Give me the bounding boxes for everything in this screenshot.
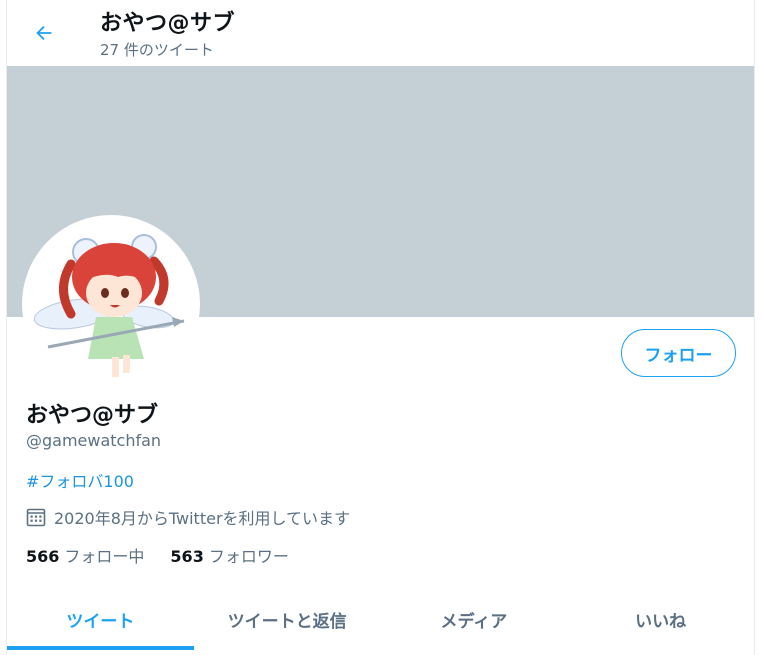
joined-text: 2020年8月からTwitterを利用しています: [54, 509, 351, 528]
following-link[interactable]: 566 フォロー中: [26, 543, 144, 567]
tab-tweets-and-replies[interactable]: ツイートと返信: [194, 584, 381, 655]
calendar-icon: [26, 508, 46, 527]
tab-media[interactable]: メディア: [381, 584, 568, 655]
tab-tweets[interactable]: ツイート: [7, 584, 194, 655]
avatar[interactable]: [22, 215, 200, 393]
user-handle: @gamewatchfan: [26, 431, 162, 450]
fairy-character-avatar: [33, 234, 185, 377]
follow-stats: 566 フォロー中 563 フォロワー: [26, 543, 315, 567]
followers-count: 563: [170, 547, 204, 566]
following-label: フォロー中: [64, 547, 145, 566]
following-count: 566: [26, 547, 60, 566]
arrow-left-icon: [36, 25, 52, 41]
tab-likes[interactable]: いいね: [567, 584, 754, 655]
tweet-count: 27 件のツイート: [100, 41, 214, 59]
followers-label: フォロワー: [208, 547, 289, 566]
header-title: おやつ@サブ: [100, 11, 236, 36]
display-name: おやつ@サブ: [26, 403, 159, 428]
profile-page: おやつ@サブ 27 件のツイート フォロー おやつ@サブ @gamewatchf…: [6, 0, 755, 655]
profile-header: おやつ@サブ 27 件のツイート: [7, 0, 754, 66]
bio-hashtag-link[interactable]: #フォロバ100: [26, 468, 134, 492]
profile-tabs: ツイート ツイートと返信 メディア いいね: [7, 584, 754, 655]
followers-link[interactable]: 563 フォロワー: [170, 543, 288, 567]
follow-button[interactable]: フォロー: [621, 329, 736, 377]
joined-date: 2020年8月からTwitterを利用しています: [26, 505, 350, 529]
back-button[interactable]: [26, 15, 62, 51]
